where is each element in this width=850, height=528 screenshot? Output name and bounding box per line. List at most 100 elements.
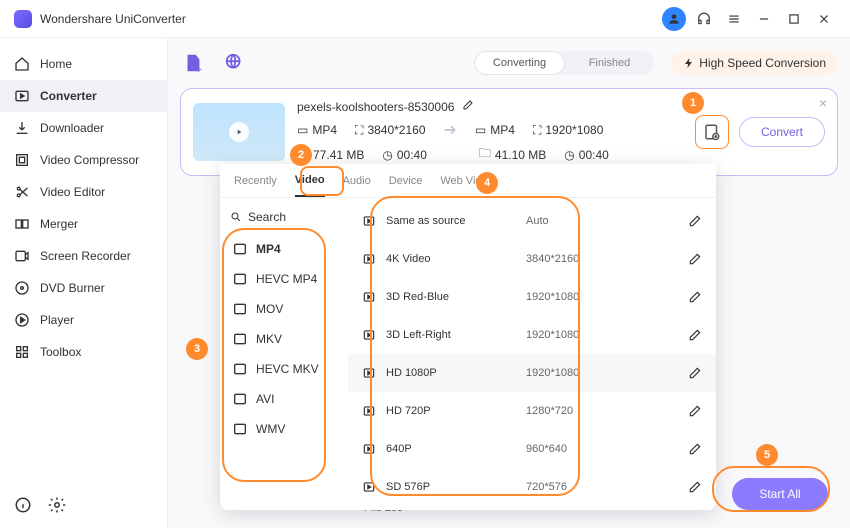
format-icon — [232, 241, 248, 257]
edit-preset-icon[interactable] — [688, 290, 702, 304]
marker-5: 5 — [756, 444, 778, 466]
preset-name: SD 576P — [386, 481, 526, 493]
sidebar-item-converter[interactable]: Converter — [0, 80, 167, 112]
merger-icon — [14, 216, 30, 232]
preset-row[interactable]: 640P960*640 — [348, 430, 716, 468]
video-thumbnail[interactable] — [193, 103, 285, 161]
format-icon — [232, 331, 248, 347]
preset-res: 960*640 — [526, 443, 688, 455]
marker-4: 4 — [476, 172, 498, 194]
edit-preset-icon[interactable] — [688, 328, 702, 342]
preset-res: 1920*1080 — [526, 329, 688, 341]
src-resolution: ⛶ 3840*2160 — [355, 123, 425, 138]
sidebar-item-compressor[interactable]: Video Compressor — [0, 144, 167, 176]
preset-icon — [362, 328, 376, 342]
edit-preset-icon[interactable] — [688, 442, 702, 456]
preset-row[interactable]: 3D Left-Right1920*1080 — [348, 316, 716, 354]
format-avi[interactable]: AVI — [220, 384, 348, 414]
format-icon — [232, 391, 248, 407]
sidebar-item-downloader[interactable]: Downloader — [0, 112, 167, 144]
sidebar-item-player[interactable]: Player — [0, 304, 167, 336]
preset-res: 1280*720 — [526, 405, 688, 417]
minimize-icon[interactable] — [752, 7, 776, 31]
remove-file-button[interactable]: × — [819, 95, 827, 111]
tab-device[interactable]: Device — [389, 164, 423, 197]
dst-size: 🗀 41.10 MB — [479, 144, 546, 165]
convert-button[interactable]: Convert — [739, 117, 825, 147]
format-mp4[interactable]: MP4 — [220, 234, 348, 264]
headset-icon[interactable] — [692, 7, 716, 31]
format-wmv[interactable]: WMV — [220, 414, 348, 444]
preset-row[interactable]: HD 720P1280*720 — [348, 392, 716, 430]
tab-recently[interactable]: Recently — [234, 164, 277, 197]
preset-row[interactable]: 3D Red-Blue1920*1080 — [348, 278, 716, 316]
marker-3: 3 — [186, 338, 208, 360]
edit-preset-icon[interactable] — [688, 214, 702, 228]
info-icon[interactable] — [14, 496, 32, 514]
grid-icon — [14, 344, 30, 360]
preset-name: HD 720P — [386, 405, 526, 417]
hamburger-icon[interactable] — [722, 7, 746, 31]
high-speed-badge[interactable]: High Speed Conversion — [671, 51, 838, 75]
preset-row[interactable]: Same as sourceAuto — [348, 202, 716, 240]
maximize-icon[interactable] — [782, 7, 806, 31]
disc-icon — [14, 280, 30, 296]
sidebar-item-editor[interactable]: Video Editor — [0, 176, 167, 208]
tab-finished[interactable]: Finished — [565, 51, 654, 75]
format-icon — [232, 421, 248, 437]
preset-name: 3D Red-Blue — [386, 291, 526, 303]
dst-format: ▭ MP4 — [475, 123, 515, 137]
marker-2: 2 — [290, 144, 312, 166]
user-icon[interactable] — [662, 7, 686, 31]
format-mkv[interactable]: MKV — [220, 324, 348, 354]
preset-res: 720*576 — [526, 481, 688, 493]
tab-converting[interactable]: Converting — [474, 51, 565, 75]
sidebar-item-dvd[interactable]: DVD Burner — [0, 272, 167, 304]
preset-res: 1920*1080 — [526, 367, 688, 379]
preset-row[interactable]: 4K Video3840*2160 — [348, 240, 716, 278]
close-icon[interactable] — [812, 7, 836, 31]
preset-name: 3D Left-Right — [386, 329, 526, 341]
home-icon — [14, 56, 30, 72]
arrow-icon: ➜ — [444, 120, 457, 140]
preset-name: HD 1080P — [386, 367, 526, 379]
preset-icon — [362, 442, 376, 456]
preset-icon — [362, 480, 376, 494]
marker-1: 1 — [682, 92, 704, 114]
edit-preset-icon[interactable] — [688, 404, 702, 418]
format-mov[interactable]: MOV — [220, 294, 348, 324]
tab-audio[interactable]: Audio — [343, 164, 371, 197]
sidebar-item-merger[interactable]: Merger — [0, 208, 167, 240]
output-settings-button[interactable] — [695, 115, 729, 149]
scissors-icon — [14, 184, 30, 200]
edit-preset-icon[interactable] — [688, 366, 702, 380]
dst-resolution: ⛶ 1920*1080 — [533, 123, 603, 138]
add-file-button[interactable]: + — [180, 50, 206, 76]
start-all-button[interactable]: Start All — [732, 478, 828, 510]
src-format: ▭ MP4 — [297, 123, 337, 137]
status-tabs: Converting Finished — [474, 51, 654, 75]
download-icon — [14, 120, 30, 136]
play-overlay-icon — [229, 122, 249, 142]
dst-duration: ◷ 00:40 — [564, 148, 609, 162]
svg-text:+: + — [196, 64, 202, 74]
preset-row[interactable]: SD 576P720*576 — [348, 468, 716, 506]
file-card: × pexels-koolshooters-8530006 ▭ MP4 ⛶ 38… — [180, 88, 838, 176]
sidebar-item-toolbox[interactable]: Toolbox — [0, 336, 167, 368]
sidebar-item-home[interactable]: Home — [0, 48, 167, 80]
preset-name: 640P — [386, 443, 526, 455]
format-hevc-mp4[interactable]: HEVC MP4 — [220, 264, 348, 294]
format-search[interactable]: Search — [230, 206, 338, 228]
format-icon — [232, 271, 248, 287]
sidebar-item-recorder[interactable]: Screen Recorder — [0, 240, 167, 272]
preset-name: 4K Video — [386, 253, 526, 265]
preset-row[interactable]: HD 1080P1920*1080 — [348, 354, 716, 392]
format-hevc-mkv[interactable]: HEVC MKV — [220, 354, 348, 384]
edit-preset-icon[interactable] — [688, 480, 702, 494]
preset-icon — [362, 404, 376, 418]
settings-icon[interactable] — [48, 496, 66, 514]
edit-preset-icon[interactable] — [688, 252, 702, 266]
rename-icon[interactable] — [462, 99, 474, 114]
tab-video[interactable]: Video — [295, 164, 325, 197]
add-url-button[interactable] — [222, 50, 248, 76]
